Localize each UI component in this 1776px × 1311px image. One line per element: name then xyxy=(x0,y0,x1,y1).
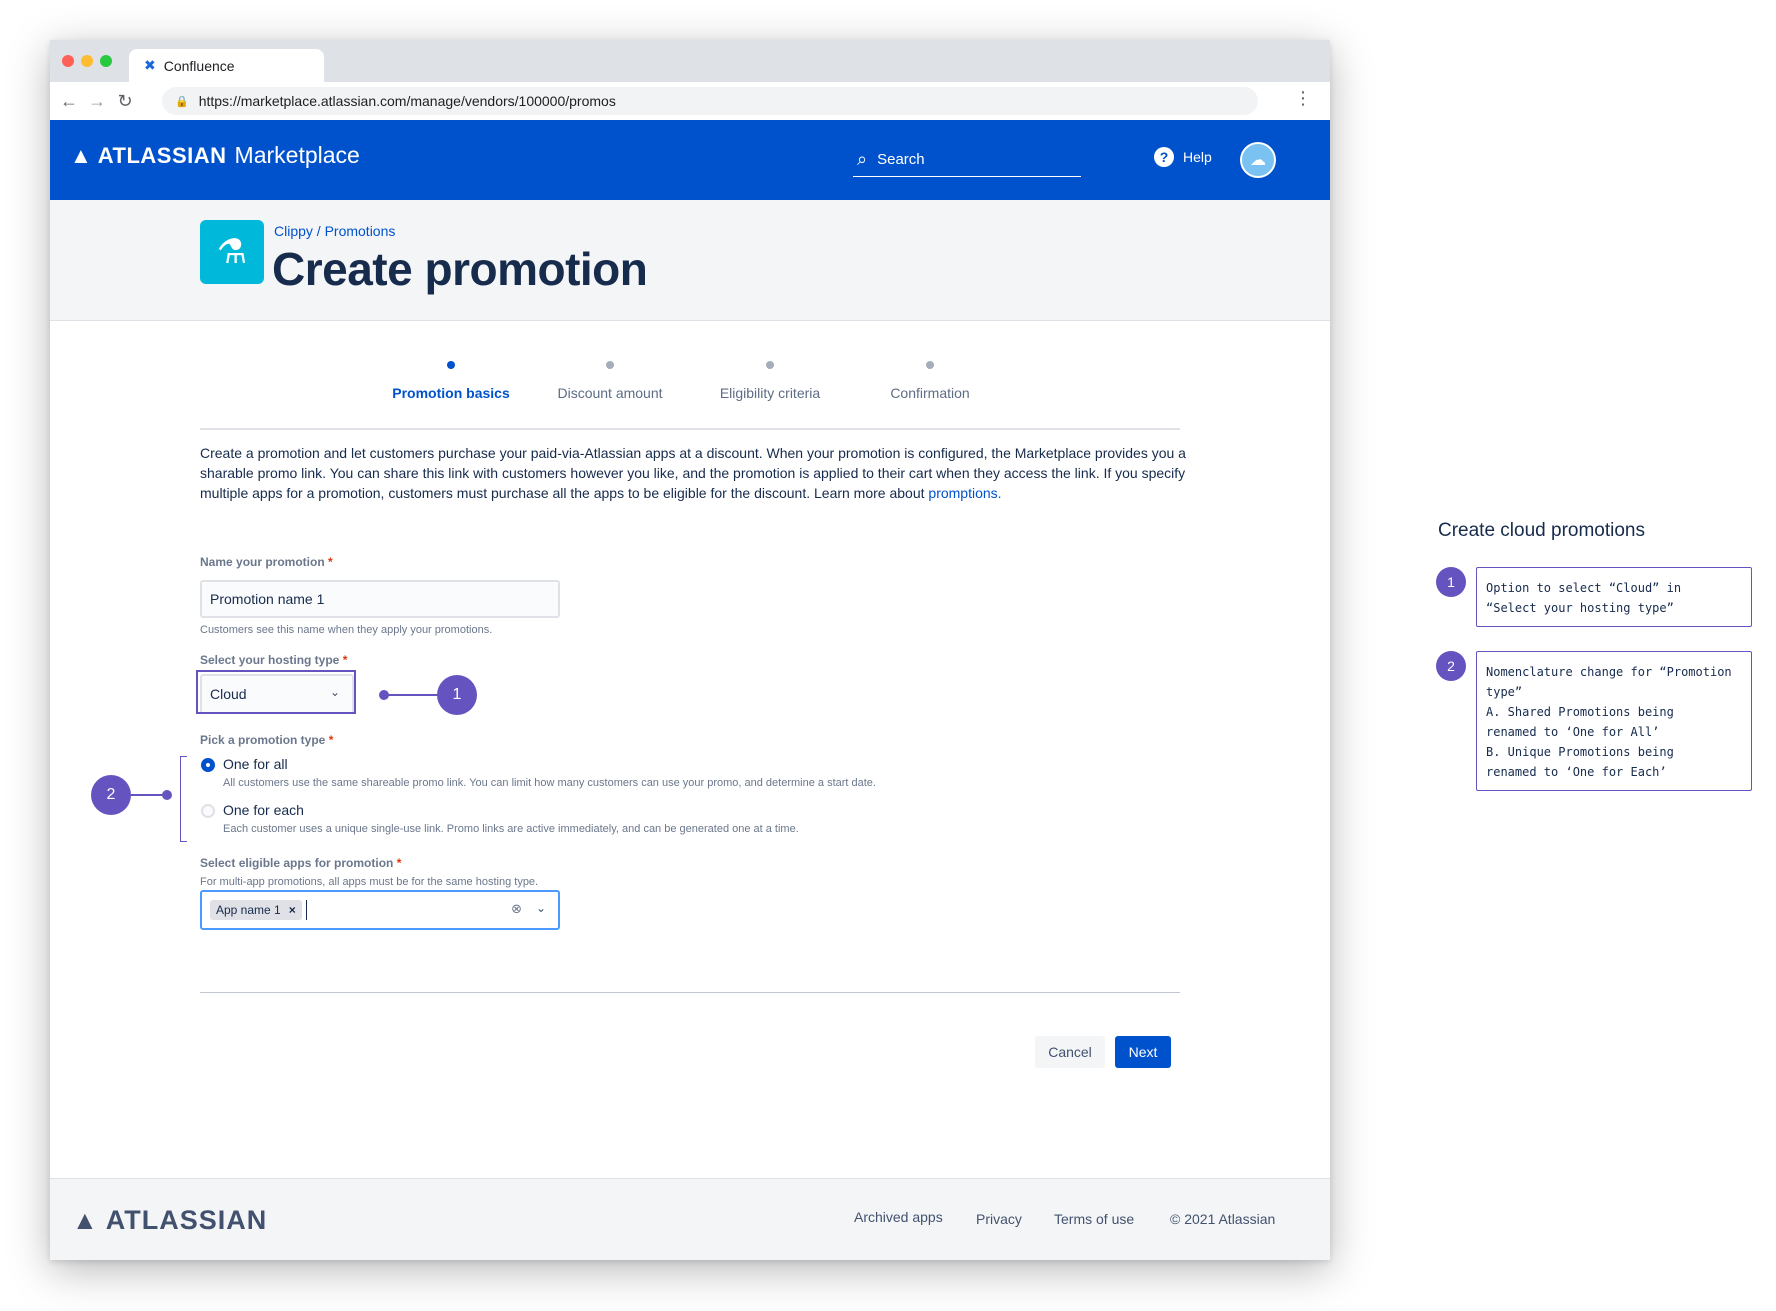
next-button[interactable]: Next xyxy=(1115,1036,1171,1068)
annotation-badge-2: 2 xyxy=(91,775,131,815)
apps-label: Select eligible apps for promotion * xyxy=(200,856,402,870)
url-text: https://marketplace.atlassian.com/manage… xyxy=(198,93,616,109)
footer-link-archived[interactable]: Archived apps xyxy=(854,1209,943,1225)
radio-label-one-for-each[interactable]: One for each xyxy=(223,802,304,818)
tab-title: Confluence xyxy=(163,57,235,74)
url-bar[interactable]: 🔒 https://marketplace.atlassian.com/mana… xyxy=(162,87,1258,115)
form-divider xyxy=(200,992,1180,993)
product-name: Marketplace xyxy=(234,142,360,168)
annotation-note-badge-2: 2 xyxy=(1436,651,1466,681)
minimize-window-button[interactable] xyxy=(81,55,93,67)
help-label: Help xyxy=(1183,149,1212,165)
radio-desc-one-for-all: All customers use the same shareable pro… xyxy=(223,777,876,789)
forward-arrow-icon[interactable]: → xyxy=(86,90,108,112)
search-label: Search xyxy=(877,150,925,168)
step-discount-amount[interactable]: Discount amount xyxy=(520,385,700,401)
step-dot-2 xyxy=(606,361,614,369)
promotion-name-input[interactable]: Promotion name 1 xyxy=(200,580,560,618)
browser-titlebar: ✖ Confluence xyxy=(50,40,1330,82)
annotation-bracket-2 xyxy=(180,756,187,842)
radio-label-one-for-all[interactable]: One for all xyxy=(223,756,288,772)
step-dot-4 xyxy=(926,361,934,369)
search-field[interactable]: ⌕ Search xyxy=(853,142,1081,177)
footer-link-terms[interactable]: Terms of use xyxy=(1054,1211,1134,1227)
annotation-note-2: Nomenclature change for “Promotion type”… xyxy=(1476,651,1752,791)
annotation-note-badge-1: 1 xyxy=(1436,567,1466,597)
chevron-down-icon[interactable]: ⌄ xyxy=(536,901,546,915)
radio-one-for-each[interactable] xyxy=(201,804,215,818)
reload-icon[interactable]: ↻ xyxy=(114,90,136,112)
name-label: Name your promotion * xyxy=(200,555,333,569)
atlassian-logo-icon: ▲ xyxy=(70,142,92,168)
footer-brand: ATLASSIAN xyxy=(105,1205,268,1235)
radio-one-for-all[interactable] xyxy=(201,758,215,772)
step-eligibility-criteria[interactable]: Eligibility criteria xyxy=(680,385,860,401)
brand-name: ATLASSIAN xyxy=(97,142,227,168)
breadcrumb[interactable]: Clippy / Promotions xyxy=(274,223,395,239)
hosting-label: Select your hosting type * xyxy=(200,653,348,667)
annotation-note-1: Option to select “Cloud” in “Select your… xyxy=(1476,567,1752,627)
promo-type-label: Pick a promotion type * xyxy=(200,733,334,747)
lock-icon: 🔒 xyxy=(175,95,189,108)
step-promotion-basics[interactable]: Promotion basics xyxy=(361,385,541,401)
annotation-badge-1: 1 xyxy=(437,675,477,715)
name-helper: Customers see this name when they apply … xyxy=(200,624,493,636)
annotation-highlight-hosting xyxy=(196,670,356,714)
clear-icon[interactable]: ⊗ xyxy=(511,901,522,917)
step-dot-1 xyxy=(447,361,455,369)
cancel-button[interactable]: Cancel xyxy=(1035,1036,1105,1068)
step-dot-3 xyxy=(766,361,774,369)
marketplace-header: ▲ ATLASSIAN Marketplace ⌕ Search ? Help … xyxy=(50,120,1330,200)
browser-window: ✖ Confluence ← → ↻ 🔒 https://marketplace… xyxy=(50,40,1330,1260)
footer-link-privacy[interactable]: Privacy xyxy=(976,1211,1022,1227)
cloud-avatar-icon[interactable]: ☁ xyxy=(1240,142,1276,178)
page-footer: ▲ ATLASSIAN Archived apps Privacy Terms … xyxy=(50,1178,1330,1260)
search-icon: ⌕ xyxy=(857,148,868,169)
text-caret xyxy=(306,900,307,920)
back-arrow-icon[interactable]: ← xyxy=(58,90,80,112)
flask-icon: ⚗ xyxy=(200,220,264,284)
atlassian-logo-icon: ▲ xyxy=(72,1205,98,1235)
footer-copyright: © 2021 Atlassian xyxy=(1170,1211,1276,1227)
intro-text: Create a promotion and let customers pur… xyxy=(200,445,1186,501)
stepper-divider xyxy=(200,428,1180,430)
confluence-icon: ✖ xyxy=(144,57,156,73)
step-confirmation[interactable]: Confirmation xyxy=(840,385,1020,401)
help-button[interactable]: ? Help xyxy=(1154,147,1212,167)
remove-chip-icon[interactable]: × xyxy=(289,903,296,917)
annotation-connector-2-knob xyxy=(162,790,172,800)
maximize-window-button[interactable] xyxy=(100,55,112,67)
eligible-apps-select[interactable]: App name 1 × ⊗ ⌄ xyxy=(200,890,560,930)
app-chip: App name 1 × xyxy=(210,900,302,920)
browser-tab[interactable]: ✖ Confluence xyxy=(129,49,324,82)
close-window-button[interactable] xyxy=(62,55,74,67)
footer-logo[interactable]: ▲ ATLASSIAN xyxy=(72,1205,267,1236)
page-title: Create promotion xyxy=(272,243,648,295)
radio-desc-one-for-each: Each customer uses a unique single-use l… xyxy=(223,823,799,835)
marketplace-logo[interactable]: ▲ ATLASSIAN Marketplace xyxy=(70,142,360,169)
kebab-menu-icon[interactable]: ⋮ xyxy=(1294,88,1312,109)
annotation-connector-1 xyxy=(384,694,438,696)
page-header: ⚗ Clippy / Promotions Create promotion xyxy=(50,200,1330,321)
annotation-title: Create cloud promotions xyxy=(1438,520,1645,541)
learn-more-link[interactable]: promptions. xyxy=(928,485,1001,501)
apps-helper: For multi-app promotions, all apps must … xyxy=(200,876,539,888)
help-icon: ? xyxy=(1154,147,1174,167)
address-bar-row: ← → ↻ 🔒 https://marketplace.atlassian.co… xyxy=(50,82,1330,121)
